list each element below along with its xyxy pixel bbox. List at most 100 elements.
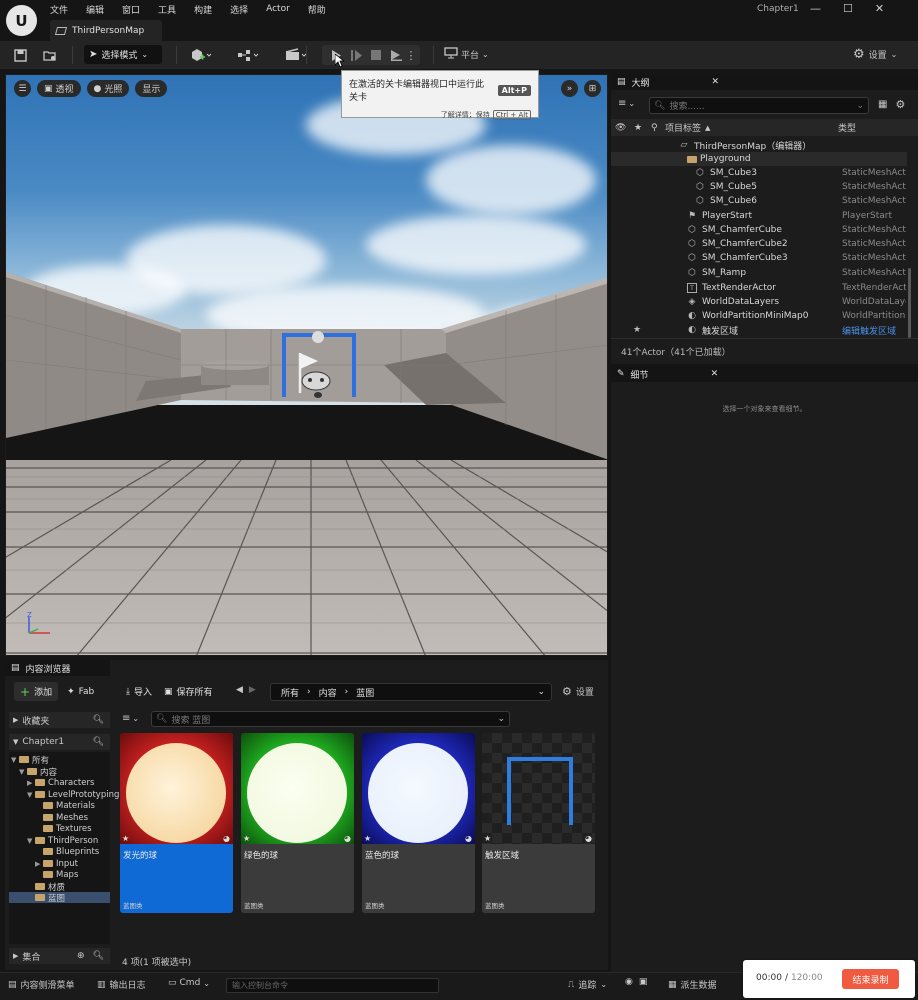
search-icon[interactable]: 🔍︎ — [93, 737, 104, 747]
star-icon[interactable]: ★ — [634, 123, 648, 133]
import-button[interactable]: ⤓ 导入 — [120, 682, 158, 701]
platform-menu[interactable]: 平台 ⌄ — [444, 47, 489, 62]
asset-tile[interactable]: ★ ◕ 发光的球 蓝图类 — [120, 733, 233, 913]
outliner-row[interactable]: ⬡ SM_Cube5 StaticMeshActor — [611, 180, 907, 194]
content-drawer-button[interactable]: ▤ 内容侧滑菜单 — [8, 978, 75, 992]
revision-control-icon[interactable]: ◉ — [625, 977, 633, 987]
stop-recording-button[interactable]: 结束录制 — [842, 969, 899, 989]
derived-data-button[interactable]: ▦ 派生数据 — [668, 978, 717, 992]
outliner-filter[interactable]: ≡ ⌄ — [618, 98, 635, 109]
outliner-row-type[interactable]: 编辑触发区域 — [842, 324, 906, 337]
step-icon[interactable] — [346, 47, 366, 63]
back-icon[interactable]: ◀ — [236, 685, 243, 695]
lighting-button[interactable]: ● 光照 — [86, 80, 130, 97]
outliner-row[interactable]: ⬡ SM_ChamferCube2 StaticMeshActor — [611, 237, 907, 251]
cb-search-input[interactable]: 🔍︎ 搜索 蓝图 ⌄ — [151, 711, 510, 727]
close-tab-icon[interactable]: ✕ — [712, 77, 720, 87]
outliner-row[interactable]: ⬡ SM_Cube6 StaticMeshActor — [611, 194, 907, 208]
outliner-row[interactable]: ◈ WorldDataLayers WorldDataLayers — [611, 295, 907, 309]
minimize-button[interactable]: — — [810, 2, 821, 15]
asset-tile[interactable]: ★ ◕ 蓝色的球 蓝图类 — [362, 733, 475, 913]
eject-icon[interactable] — [386, 47, 406, 63]
level-viewport[interactable]: Z ☰ ▣ 透视 ● 光照 显示 » ⊞ — [5, 74, 608, 656]
outliner-row[interactable]: ⬡ SM_ChamferCube3 StaticMeshActor — [611, 251, 907, 265]
outliner-row[interactable]: ★ ◐ 触发区域 编辑触发区域 — [611, 323, 907, 337]
breadcrumb-item[interactable]: 所有 — [281, 686, 299, 699]
outliner-tab[interactable]: ▤ 大纲 ✕ — [611, 74, 918, 90]
menu-help[interactable]: 帮助 — [308, 3, 326, 16]
unreal-logo[interactable]: U — [6, 5, 37, 36]
save-icon[interactable] — [12, 47, 28, 63]
pin-icon[interactable]: ⚲ — [651, 123, 665, 133]
search-icon[interactable]: 🔍︎ — [93, 951, 104, 961]
menu-actor[interactable]: Actor — [266, 4, 290, 14]
save-all-button[interactable]: ▣ 保存所有 — [158, 682, 219, 701]
tree-item[interactable]: ▼ LevelPrototyping — [27, 789, 119, 800]
outliner-search-input[interactable]: 🔍︎ 搜索...... ⌄ — [649, 97, 869, 114]
cmd-dropdown[interactable]: ▭ Cmd ⌄ — [168, 978, 210, 988]
outliner-row[interactable]: Playground — [611, 152, 907, 166]
outliner-row[interactable]: ◐ WorldPartitionMiniMap0 WorldPartitionMin… — [611, 309, 907, 323]
browse-level-icon[interactable] — [42, 47, 58, 63]
layout-icon[interactable]: ⊞ — [584, 80, 601, 97]
asset-tile[interactable]: ★ ◕ 触发区域 蓝图类 — [482, 733, 595, 913]
outliner-scrollbar[interactable] — [908, 268, 911, 338]
tree-item[interactable]: ▶ Input — [35, 858, 78, 869]
tree-item[interactable]: 材质 — [35, 881, 65, 893]
outliner-row[interactable]: ⚑ PlayerStart PlayerStart — [611, 209, 907, 223]
details-tab[interactable]: ✎ 细节 ✕ — [611, 366, 918, 382]
breadcrumb-item[interactable]: 内容 — [319, 686, 337, 699]
favorites-header[interactable]: ▶ 收藏夹 🔍︎ — [9, 712, 110, 728]
menu-file[interactable]: 文件 — [50, 3, 68, 16]
collections-header[interactable]: ▶ 集合 ⊕ 🔍︎ — [9, 948, 110, 964]
expand-toolbar-icon[interactable]: » — [561, 80, 578, 97]
output-log-button[interactable]: ▥ 输出日志 — [97, 978, 146, 992]
show-button[interactable]: 显示 — [135, 80, 168, 97]
menu-edit[interactable]: 编辑 — [86, 3, 104, 16]
tree-item[interactable]: Maps — [43, 869, 78, 880]
perspective-button[interactable]: ▣ 透视 — [37, 80, 81, 97]
blueprint-icon[interactable] — [236, 47, 262, 63]
gear-icon[interactable]: ⚙ — [895, 98, 905, 111]
asset-tile[interactable]: ★ ◕ 绿色的球 蓝图类 — [241, 733, 354, 913]
outliner-row[interactable]: ▱ ThirdPersonMap（编辑器） — [611, 138, 907, 152]
menu-tools[interactable]: 工具 — [158, 3, 176, 16]
tree-item[interactable]: ▼ ThirdPerson — [27, 835, 98, 846]
map-tab[interactable]: ThirdPersonMap — [50, 20, 162, 41]
select-mode-dropdown[interactable]: ➤ 选择模式 ⌄ — [84, 45, 162, 64]
close-tab-icon[interactable]: ✕ — [711, 369, 719, 379]
console-input[interactable]: 输入控制台命令 — [226, 978, 439, 993]
fab-button[interactable]: ✦ Fab — [61, 682, 100, 701]
menu-build[interactable]: 构建 — [194, 3, 212, 16]
cb-filter[interactable]: ≡ ⌄ — [122, 713, 139, 724]
outliner-row[interactable]: ⬡ SM_Ramp StaticMeshActor — [611, 266, 907, 280]
tree-item[interactable]: ▶ Characters — [27, 777, 94, 788]
outliner-row[interactable]: ⬡ SM_ChamferCube StaticMeshActor — [611, 223, 907, 237]
forward-icon[interactable]: ▶ — [249, 685, 256, 695]
content-browser-tab[interactable]: ▤ 内容浏览器 — [5, 660, 110, 676]
column-label[interactable]: 项目标签 — [665, 121, 701, 134]
tree-item[interactable]: ▼ 内容 — [19, 766, 57, 778]
tree-item[interactable]: Materials — [43, 800, 95, 811]
project-header[interactable]: ▼ Chapter1 🔍︎ — [9, 734, 110, 750]
trigger-gizmo[interactable] — [280, 327, 360, 401]
outliner-row[interactable]: ⬡ SM_Cube3 StaticMeshActor — [611, 166, 907, 180]
stop-icon[interactable] — [366, 47, 386, 63]
camera-icon[interactable]: ▣ — [639, 977, 648, 987]
menu-select[interactable]: 选择 — [230, 3, 248, 16]
add-folder-icon[interactable]: ▦ — [878, 99, 887, 110]
add-button[interactable]: + 添加 — [14, 682, 59, 701]
maximize-button[interactable]: ☐ — [843, 2, 853, 15]
breadcrumb-item[interactable]: 蓝图 — [356, 686, 374, 699]
tree-item-selected[interactable]: 蓝图 — [9, 892, 110, 904]
settings-menu[interactable]: ⚙ 设置 ⌄ — [853, 47, 897, 62]
tree-item[interactable]: Blueprints — [43, 846, 99, 857]
outliner-row[interactable]: T TextRenderActor TextRenderActor — [611, 281, 907, 295]
eye-icon[interactable]: 👁︎ — [615, 123, 629, 133]
tree-item[interactable]: Meshes — [43, 812, 88, 823]
search-icon[interactable]: 🔍︎ — [93, 715, 104, 725]
viewport-menu-icon[interactable]: ☰ — [14, 80, 31, 97]
cb-settings-button[interactable]: ⚙ 设置 — [562, 685, 594, 698]
tree-item[interactable]: ▼ 所有 — [11, 754, 49, 766]
close-button[interactable]: ✕ — [875, 2, 884, 15]
